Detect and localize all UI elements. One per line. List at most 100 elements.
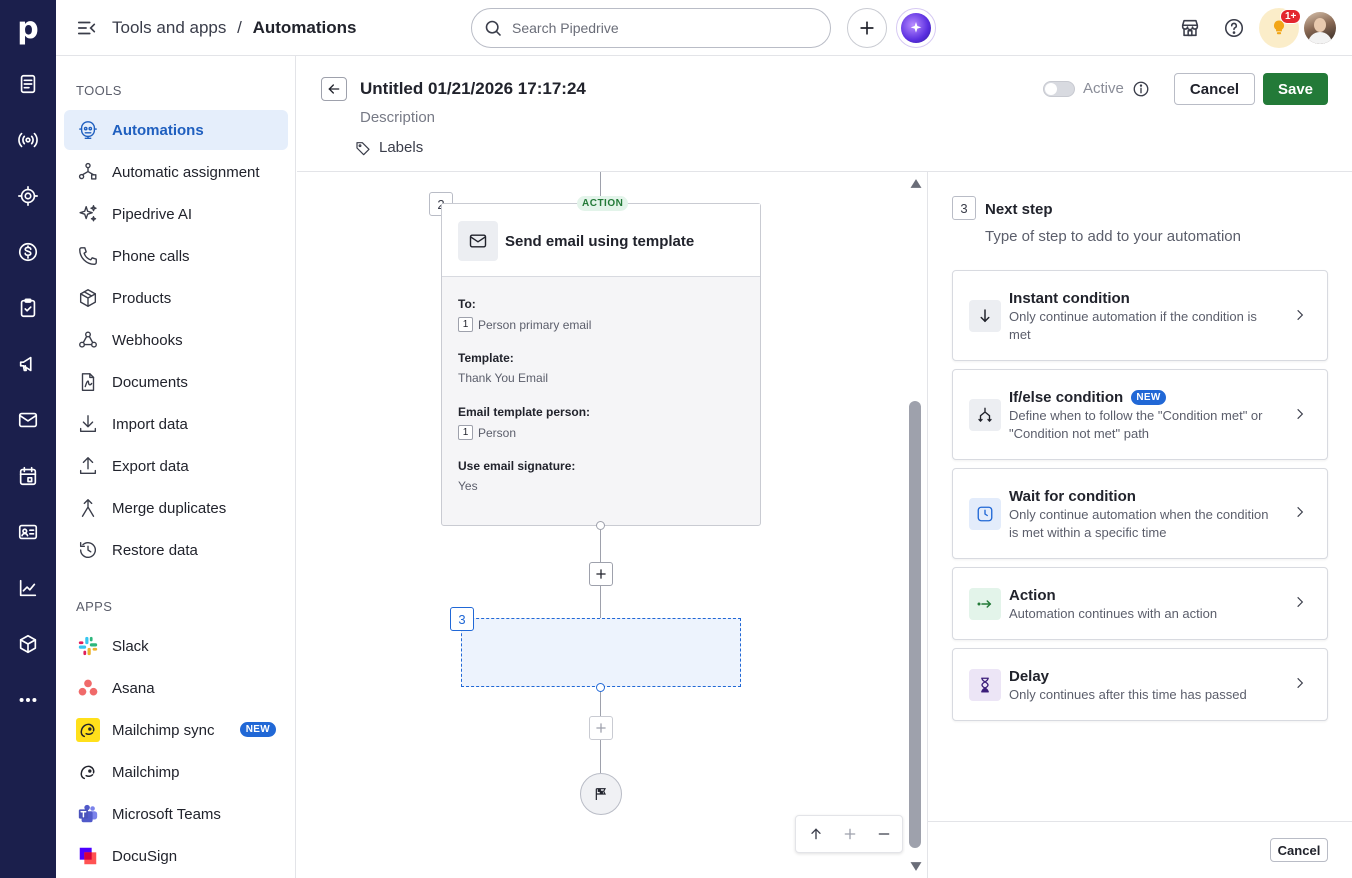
field-label: Email template person: [458, 405, 591, 419]
tag-icon [356, 141, 370, 155]
box-icon[interactable] [0, 622, 56, 666]
labels-button[interactable]: Labels [355, 139, 423, 156]
active-toggle[interactable] [1043, 81, 1075, 97]
nav-item-phone-calls[interactable]: Phone calls [64, 236, 288, 276]
panel-footer: Cancel [928, 821, 1352, 878]
nav-item-label: Webhooks [112, 331, 183, 349]
nav-item-label: Microsoft Teams [112, 805, 221, 823]
mail-icon[interactable] [0, 398, 56, 442]
description-field[interactable]: Description [360, 109, 435, 126]
add-step-button[interactable] [589, 562, 613, 586]
nav-item-products[interactable]: Products [64, 278, 288, 318]
connector-dot [596, 521, 605, 530]
chevron-right-icon [1293, 407, 1307, 421]
chevron-right-icon [1293, 676, 1307, 690]
nav-item-docusign[interactable]: DocuSign [64, 836, 288, 876]
ai-sparkle-icon [901, 13, 931, 43]
option-description: Define when to follow the "Condition met… [1009, 408, 1263, 441]
arrow-up-icon[interactable] [806, 824, 826, 844]
option-description: Only continue automation when the condit… [1009, 507, 1269, 540]
option-if-else-condition[interactable]: If/else condition NEW Define when to fol… [952, 369, 1328, 460]
nav-item-import-data[interactable]: Import data [64, 404, 288, 444]
canvas-controls [795, 815, 903, 853]
more-icon[interactable] [0, 678, 56, 722]
activity-radio-icon[interactable] [0, 118, 56, 162]
breadcrumb-current: Automations [252, 18, 357, 37]
option-wait-for-condition[interactable]: Wait for condition Only continue automat… [952, 468, 1328, 559]
workflow-canvas[interactable]: 2 Send email using template To: 1 Person… [297, 172, 927, 878]
option-title: If/else condition NEW [1009, 389, 1166, 406]
new-step-placeholder[interactable] [461, 618, 741, 687]
leads-icon[interactable] [0, 62, 56, 106]
field-value: Yes [458, 479, 478, 493]
automation-title[interactable]: Untitled 01/21/2026 17:17:24 [360, 79, 586, 99]
branch-icon [969, 399, 1001, 431]
calendar-icon[interactable] [0, 454, 56, 498]
step-number-badge: 3 [450, 607, 474, 631]
target-icon[interactable] [0, 174, 56, 218]
panel-cancel-button[interactable]: Cancel [1270, 838, 1328, 862]
step-card-send-email[interactable]: Send email using template To: 1 Person p… [441, 203, 761, 526]
tools-heading: TOOLS [76, 83, 122, 98]
help-icon[interactable] [1223, 17, 1245, 42]
option-description: Only continue automation if the conditio… [1009, 309, 1257, 342]
nav-item-restore-data[interactable]: Restore data [64, 530, 288, 570]
nav-item-label: Merge duplicates [112, 499, 227, 517]
nav-item-export-data[interactable]: Export data [64, 446, 288, 486]
option-instant-condition[interactable]: Instant condition Only continue automati… [952, 270, 1328, 361]
marketplace-icon[interactable] [1179, 17, 1201, 42]
nav-item-slack[interactable]: Slack [64, 626, 288, 666]
nav-item-mailchimp-sync[interactable]: Mailchimp sync NEW [64, 710, 288, 750]
collapse-menu-icon[interactable] [76, 17, 98, 39]
field-label: Template: [458, 351, 514, 365]
nav-item-merge-duplicates[interactable]: Merge duplicates [64, 488, 288, 528]
automations-icon [76, 118, 100, 142]
clipboard-icon[interactable] [0, 286, 56, 330]
nav-item-documents[interactable]: Documents [64, 362, 288, 402]
panel-title: Next step [985, 201, 1053, 218]
contacts-card-icon[interactable] [0, 510, 56, 554]
option-delay[interactable]: Delay Only continues after this time has… [952, 648, 1328, 721]
scroll-up-icon[interactable] [909, 178, 923, 189]
active-label: Active [1083, 80, 1124, 97]
field-label: Use email signature: [458, 459, 576, 473]
cancel-button[interactable]: Cancel [1174, 73, 1255, 105]
labels-label: Labels [379, 139, 424, 156]
nav-item-pipedrive-ai[interactable]: Pipedrive AI [64, 194, 288, 234]
field-value: Thank You Email [458, 371, 549, 385]
add-step-button[interactable] [589, 716, 613, 740]
ai-assistant-button[interactable] [896, 8, 936, 48]
scrollbar-thumb[interactable] [909, 401, 921, 848]
nav-item-webhooks[interactable]: Webhooks [64, 320, 288, 360]
scroll-down-icon[interactable] [909, 861, 923, 872]
search-placeholder: Search Pipedrive [512, 20, 619, 36]
end-flag-node [580, 773, 622, 815]
step-number-badge: 3 [952, 196, 976, 220]
nav-item-asana[interactable]: Asana [64, 668, 288, 708]
asana-icon [76, 676, 100, 700]
megaphone-icon[interactable] [0, 342, 56, 386]
save-button[interactable]: Save [1263, 73, 1328, 105]
breadcrumb-parent[interactable]: Tools and apps [112, 18, 226, 37]
zoom-in-icon[interactable] [840, 824, 860, 844]
back-button[interactable] [321, 77, 347, 101]
nav-item-automatic-assignment[interactable]: Automatic assignment [64, 152, 288, 192]
quick-add-button[interactable] [847, 8, 887, 48]
step-ref-chip: 1 [458, 425, 473, 440]
chart-icon[interactable] [0, 566, 56, 610]
avatar[interactable] [1304, 12, 1336, 44]
search-input[interactable]: Search Pipedrive [471, 8, 831, 48]
nav-item-automations[interactable]: Automations [64, 110, 288, 150]
app-rail: p [0, 0, 56, 878]
action-arrow-icon [969, 588, 1001, 620]
nav-item-mailchimp[interactable]: Mailchimp [64, 752, 288, 792]
option-action[interactable]: Action Automation continues with an acti… [952, 567, 1328, 640]
step-ref-chip: 1 [458, 317, 473, 332]
notification-badge: 1+ [1280, 9, 1302, 24]
info-icon[interactable] [1132, 80, 1150, 101]
dollar-icon[interactable] [0, 230, 56, 274]
zoom-out-icon[interactable] [874, 824, 894, 844]
pipedrive-logo[interactable]: p [0, 0, 56, 56]
nav-item-microsoft-teams[interactable]: Microsoft Teams [64, 794, 288, 834]
document-icon [76, 370, 100, 394]
